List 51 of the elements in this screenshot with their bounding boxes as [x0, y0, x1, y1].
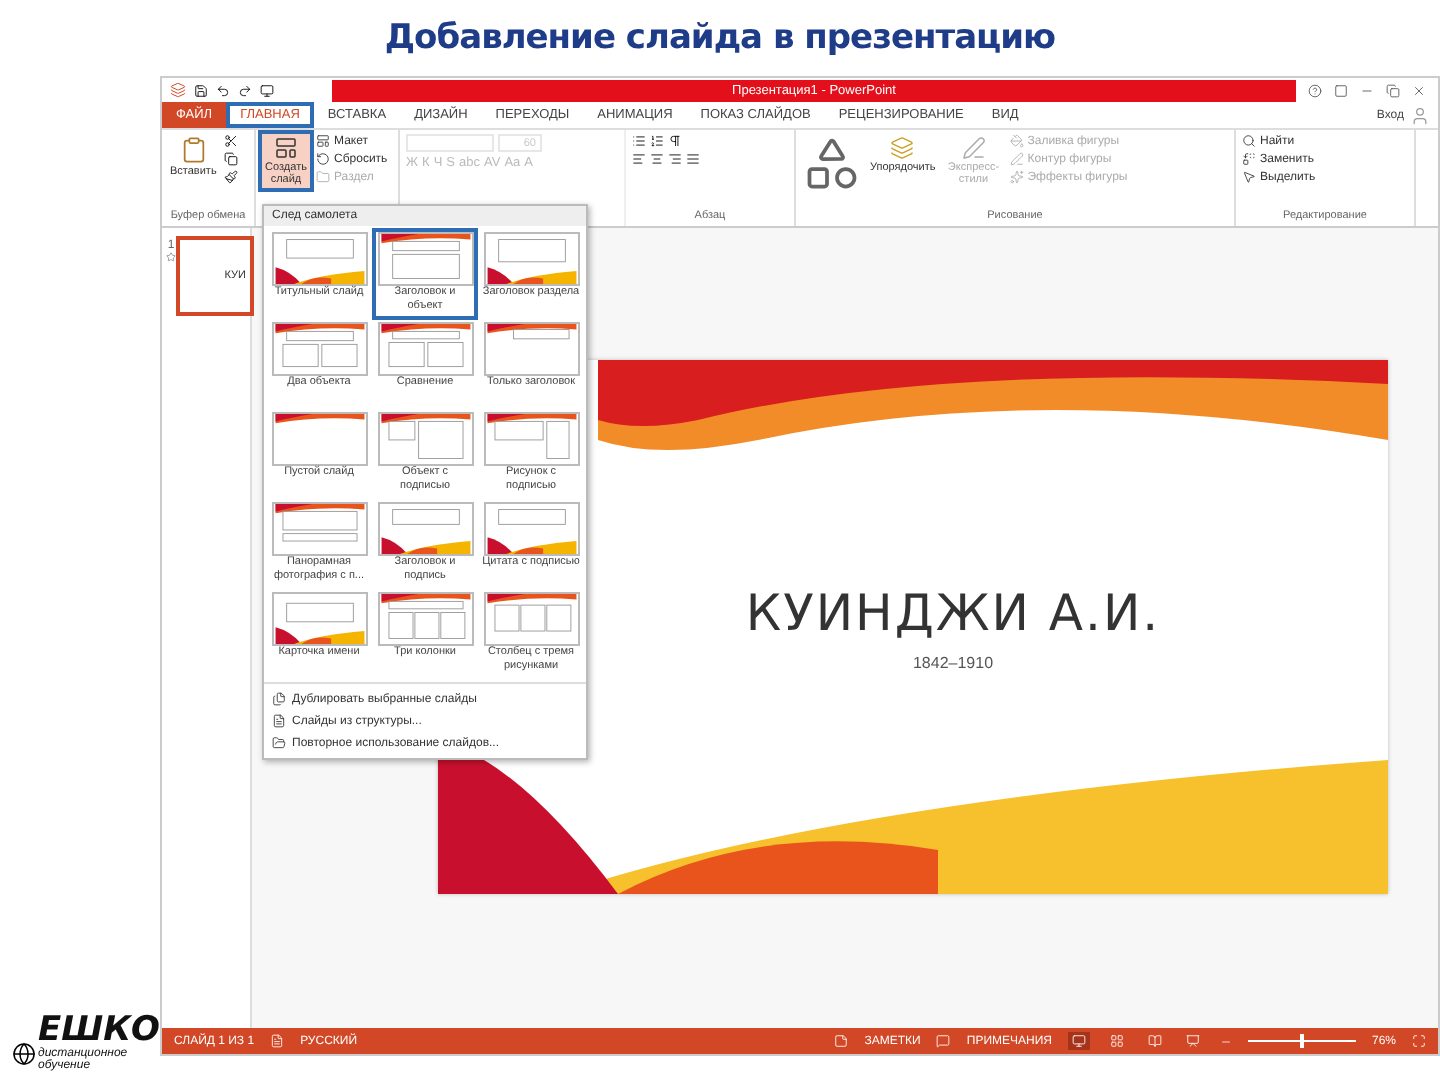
command-icon [1009, 134, 1024, 148]
command-icon [1009, 170, 1024, 184]
restore-icon [1386, 83, 1400, 97]
menu-item-icon [272, 714, 286, 728]
bullets-icon [632, 134, 646, 148]
page-heading: Добавление слайда в презентацию [382, 16, 1058, 62]
command-icon [1242, 170, 1256, 184]
command-icon [316, 170, 330, 184]
align-right-icon [668, 152, 682, 166]
shapes-gallery-icon [802, 134, 862, 194]
undo-icon [216, 83, 230, 97]
user-avatar-icon [1410, 105, 1430, 125]
scissors-icon [224, 134, 239, 148]
copy-icon [224, 152, 239, 166]
arrange-icon [890, 136, 915, 160]
styles-icon [961, 136, 986, 160]
clipboard-icon [179, 136, 208, 164]
justify-icon [686, 152, 700, 166]
notes-icon [834, 1034, 849, 1048]
star-icon [166, 252, 176, 262]
slide-icon [274, 136, 298, 160]
zoom-slider-thumb[interactable] [1299, 1034, 1304, 1048]
numbering-icon [650, 134, 664, 148]
align-center-icon [650, 152, 664, 166]
logo-name: ЕШКО [38, 1014, 160, 1048]
zoom-out-icon [1219, 1035, 1232, 1047]
help-icon [1308, 83, 1322, 97]
menu-item-icon [272, 736, 286, 750]
monitor-icon [260, 83, 274, 97]
align-left-icon [632, 152, 646, 166]
ribbon-display-icon [1334, 83, 1348, 97]
slide-subtitle: 1842–1910 [912, 653, 994, 671]
command-icon [316, 152, 330, 166]
view-button[interactable] [1067, 1032, 1090, 1050]
slide-title: КУИНДЖИ А.И. [745, 583, 1161, 641]
proofing-icon [270, 1034, 285, 1048]
command-icon [316, 134, 330, 148]
paragraph-icon [668, 134, 682, 148]
menu-item-icon [272, 692, 286, 706]
redo-icon [238, 83, 252, 97]
command-icon [1242, 134, 1256, 148]
save-icon [194, 83, 208, 97]
brush-icon [224, 170, 239, 184]
fit-to-window-icon [1412, 1034, 1426, 1048]
close-icon [1412, 83, 1426, 97]
command-icon [1009, 152, 1024, 166]
view-button[interactable] [1181, 1032, 1204, 1050]
view-button[interactable] [1143, 1032, 1166, 1050]
app-icon [170, 82, 186, 98]
view-button[interactable] [1105, 1032, 1128, 1050]
comment-icon [936, 1034, 951, 1048]
